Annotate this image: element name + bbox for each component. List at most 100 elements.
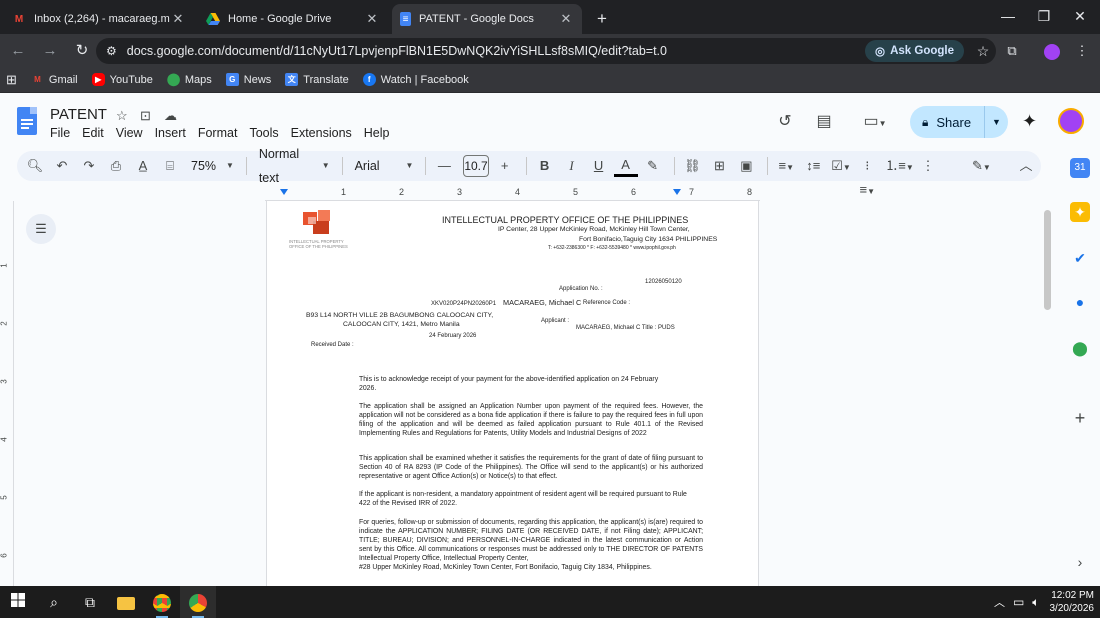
close-tab-icon[interactable]: ✕ <box>364 11 380 27</box>
bookmark-facebook[interactable]: f Watch | Facebook <box>362 73 469 86</box>
undo-icon[interactable]: ↶ <box>50 154 74 178</box>
insert-image-icon[interactable]: ▣ <box>734 154 758 178</box>
tab-drive[interactable]: Home - Google Drive ✕ <box>198 4 388 34</box>
bookmark-star-icon[interactable]: ☆ <box>970 43 996 60</box>
calendar-icon[interactable]: 31 <box>1070 158 1090 178</box>
bookmark-news[interactable]: G News <box>225 73 271 86</box>
print-icon[interactable]: ⎙ <box>104 154 128 178</box>
underline-icon[interactable]: U <box>587 154 611 178</box>
vertical-ruler[interactable]: 1 2 3 4 5 6 <box>0 201 14 586</box>
site-info-icon[interactable]: ⚙ <box>106 44 117 58</box>
tasks-icon[interactable]: ✔ <box>1070 248 1090 268</box>
back-icon[interactable]: ← <box>4 37 32 65</box>
line-spacing-icon[interactable]: ↕≡ <box>801 154 825 178</box>
search-icon[interactable]: ⌕ <box>36 586 72 618</box>
checklist-icon[interactable]: ☑▼ <box>828 154 852 178</box>
file-explorer-icon[interactable] <box>108 586 144 618</box>
chrome-menu-icon[interactable]: ⋮ <box>1070 40 1094 62</box>
menu-help[interactable]: Help <box>364 126 390 140</box>
cloud-saved-icon[interactable]: ☁ <box>164 108 177 124</box>
horizontal-ruler[interactable]: 1 2 3 4 5 6 7 8 <box>265 185 760 201</box>
gemini-icon[interactable]: ✦ <box>1022 111 1037 132</box>
close-tab-icon[interactable]: ✕ <box>170 11 186 27</box>
decrease-font-size-icon[interactable]: — <box>432 154 456 178</box>
close-window-button[interactable]: ✕ <box>1062 0 1098 32</box>
add-addon-icon[interactable]: + <box>1070 408 1090 428</box>
add-comment-icon[interactable]: ⊞ <box>707 154 731 178</box>
numbered-list-icon[interactable]: ⒈≡▼ <box>882 154 914 178</box>
redo-icon[interactable]: ↷ <box>77 154 101 178</box>
omnibox[interactable]: ⚙ docs.google.com/document/d/11cNyUt17Lp… <box>96 38 996 64</box>
version-history-icon[interactable]: ↺ <box>773 111 797 133</box>
tab-docs[interactable]: ≡ PATENT - Google Docs ✕ <box>392 4 582 34</box>
chrome-taskbar-icon[interactable] <box>144 586 180 618</box>
align-icon[interactable]: ≡▼ <box>774 154 798 178</box>
show-hidden-icons-icon[interactable]: ︿ <box>994 594 1005 610</box>
new-tab-button[interactable]: + <box>588 5 616 33</box>
text-color-icon[interactable]: A <box>613 155 638 177</box>
menu-insert[interactable]: Insert <box>155 126 186 140</box>
bulleted-list-icon[interactable]: ⁝≡▼ <box>855 154 879 197</box>
task-view-icon[interactable]: ⧉ <box>72 586 108 618</box>
italic-icon[interactable]: I <box>560 154 584 178</box>
minimize-button[interactable]: — <box>990 0 1026 32</box>
share-button[interactable]: 🔒︎ Share ▼ <box>910 106 1008 138</box>
bookmark-gmail[interactable]: M Gmail <box>31 73 78 86</box>
style-select[interactable]: Normal text ▼ <box>253 147 336 185</box>
ask-google-button[interactable]: ◎ Ask Google <box>865 40 964 62</box>
menu-format[interactable]: Format <box>198 126 238 140</box>
menu-tools[interactable]: Tools <box>249 126 278 140</box>
document-title[interactable]: PATENT <box>50 106 107 123</box>
windows-start-icon[interactable] <box>0 586 36 618</box>
font-size-input[interactable]: 10.7 <box>463 155 489 177</box>
document-outline-button[interactable]: ☰ <box>26 214 56 244</box>
zoom-select[interactable]: 75% ▼ <box>185 154 240 178</box>
menu-edit[interactable]: Edit <box>82 126 104 140</box>
show-side-panel-icon[interactable]: › <box>1070 552 1090 572</box>
star-icon[interactable]: ☆ <box>116 108 128 124</box>
volume-icon[interactable]: 🔈︎ <box>1032 595 1039 610</box>
editing-mode-icon[interactable]: ✎▼ <box>969 154 993 178</box>
clock[interactable]: 12:02 PM 3/20/2026 <box>1050 589 1095 615</box>
network-icon[interactable]: ▭ <box>1013 595 1024 609</box>
bookmark-translate[interactable]: 文 Translate <box>285 73 349 86</box>
bookmark-youtube[interactable]: ▶ YouTube <box>91 73 153 86</box>
link-icon[interactable]: ⛓ <box>680 154 704 178</box>
menu-extensions[interactable]: Extensions <box>291 126 352 140</box>
avatar[interactable] <box>1058 108 1084 134</box>
bold-icon[interactable]: B <box>533 154 557 178</box>
search-menus-icon[interactable]: 🔍︎ <box>23 154 47 178</box>
extensions-icon[interactable]: ⧉ <box>1000 40 1024 62</box>
keep-icon[interactable]: ✦ <box>1070 202 1090 222</box>
paint-format-icon[interactable]: ⌸ <box>158 154 182 178</box>
restore-button[interactable]: ❐ <box>1026 0 1062 32</box>
spellcheck-icon[interactable]: A̲ <box>131 154 155 178</box>
more-options-icon[interactable]: ⋮ <box>916 154 940 178</box>
contacts-icon[interactable]: ● <box>1070 292 1090 312</box>
apps-icon[interactable]: ⊞ <box>6 72 17 88</box>
profile-avatar[interactable] <box>1040 40 1064 62</box>
share-dropdown-icon[interactable]: ▼ <box>984 106 1008 138</box>
move-folder-icon[interactable]: ⊡ <box>140 108 151 124</box>
collapse-toolbar-icon[interactable]: ︿ <box>1014 154 1038 178</box>
url-text[interactable]: docs.google.com/document/d/11cNyUt17Lpvj… <box>127 44 865 58</box>
comments-icon[interactable]: ▤ <box>812 111 836 133</box>
menu-view[interactable]: View <box>116 126 143 140</box>
left-indent-marker[interactable] <box>280 189 288 195</box>
right-indent-marker[interactable] <box>673 189 681 195</box>
tab-gmail[interactable]: M Inbox (2,264) - macaraeg.micha ✕ <box>4 4 194 34</box>
highlight-icon[interactable]: ✎ <box>641 154 665 178</box>
forward-icon[interactable]: → <box>36 37 64 65</box>
document-page[interactable]: INTELLECTUAL PROPERTY OFFICE OF THE PHIL… <box>266 201 759 586</box>
chrome-profile-taskbar-icon[interactable] <box>180 586 216 618</box>
increase-font-size-icon[interactable]: + <box>493 154 517 178</box>
font-select[interactable]: Arial ▼ <box>349 154 420 178</box>
meet-icon[interactable]: ▭▼ <box>857 111 893 133</box>
docs-logo-icon[interactable] <box>17 107 37 135</box>
bookmark-maps[interactable]: ⬤ Maps <box>167 73 212 86</box>
reload-icon[interactable]: ↻ <box>68 37 96 65</box>
maps-icon[interactable]: ⬤ <box>1070 338 1090 358</box>
close-tab-icon[interactable]: ✕ <box>558 11 574 27</box>
vertical-scrollbar[interactable] <box>1044 210 1051 310</box>
menu-file[interactable]: File <box>50 126 70 140</box>
